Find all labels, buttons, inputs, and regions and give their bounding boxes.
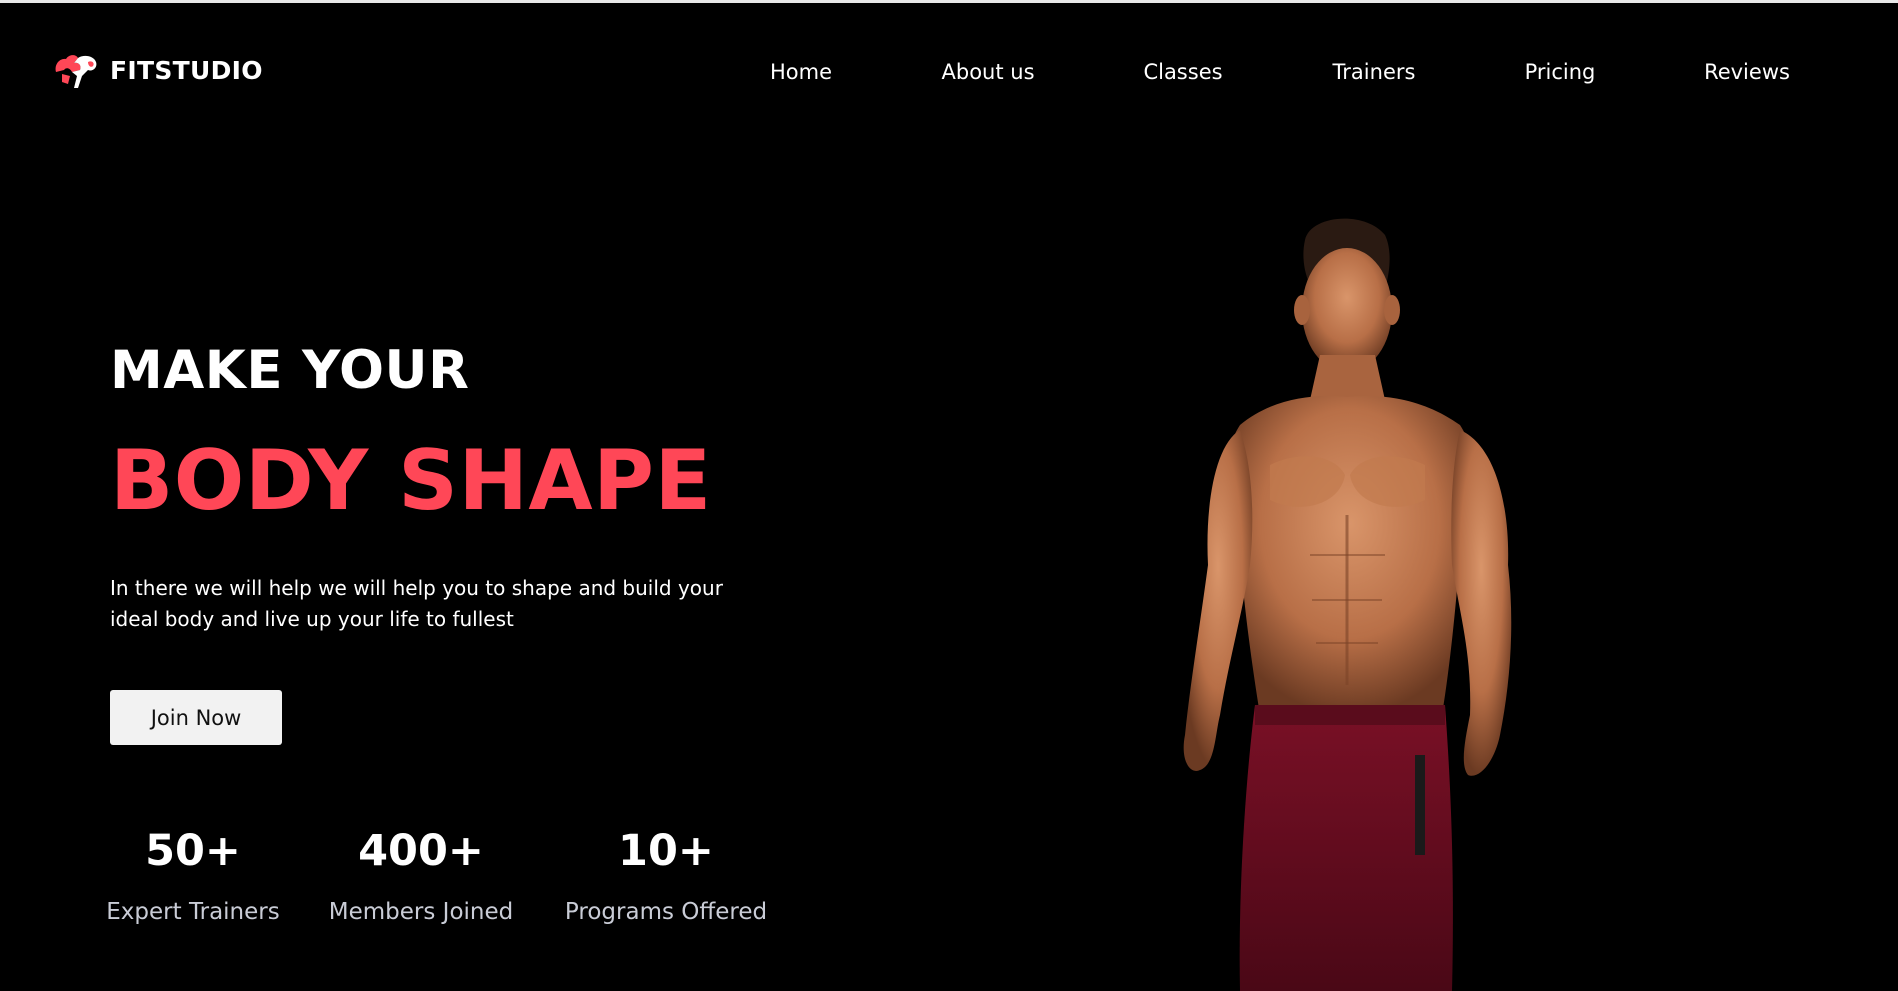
join-now-button[interactable]: Join Now (110, 690, 282, 745)
stat-members: 400+ Members Joined (329, 825, 513, 925)
nav-pricing[interactable]: Pricing (1525, 60, 1596, 84)
stat-trainers: 50+ Expert Trainers (106, 825, 279, 925)
nav-classes[interactable]: Classes (1143, 60, 1222, 84)
hero-description: In there we will help we will help you t… (110, 576, 723, 631)
nav-about-us[interactable]: About us (941, 60, 1034, 84)
hero-title-line1: MAKE YOUR (110, 340, 470, 401)
top-border (0, 0, 1898, 3)
nav-home[interactable]: Home (770, 60, 832, 84)
stat-value: 400+ (358, 826, 484, 876)
nav-reviews[interactable]: Reviews (1704, 60, 1790, 84)
stat-label: Expert Trainers (106, 899, 280, 925)
stat-label: Members Joined (328, 899, 514, 925)
main-nav: Home About us Classes Trainers Pricing R… (0, 60, 1898, 90)
page: FITSTUDIO Home About us Classes Trainers… (0, 0, 1898, 991)
stat-programs: 10+ Programs Offered (565, 825, 767, 925)
stat-value: 10+ (618, 826, 714, 876)
hero-title-line2: BODY SHAPE (110, 432, 712, 529)
stat-value: 50+ (145, 826, 241, 876)
athlete-image (1183, 218, 1512, 991)
stat-label: Programs Offered (564, 899, 768, 925)
nav-trainers[interactable]: Trainers (1333, 60, 1416, 84)
